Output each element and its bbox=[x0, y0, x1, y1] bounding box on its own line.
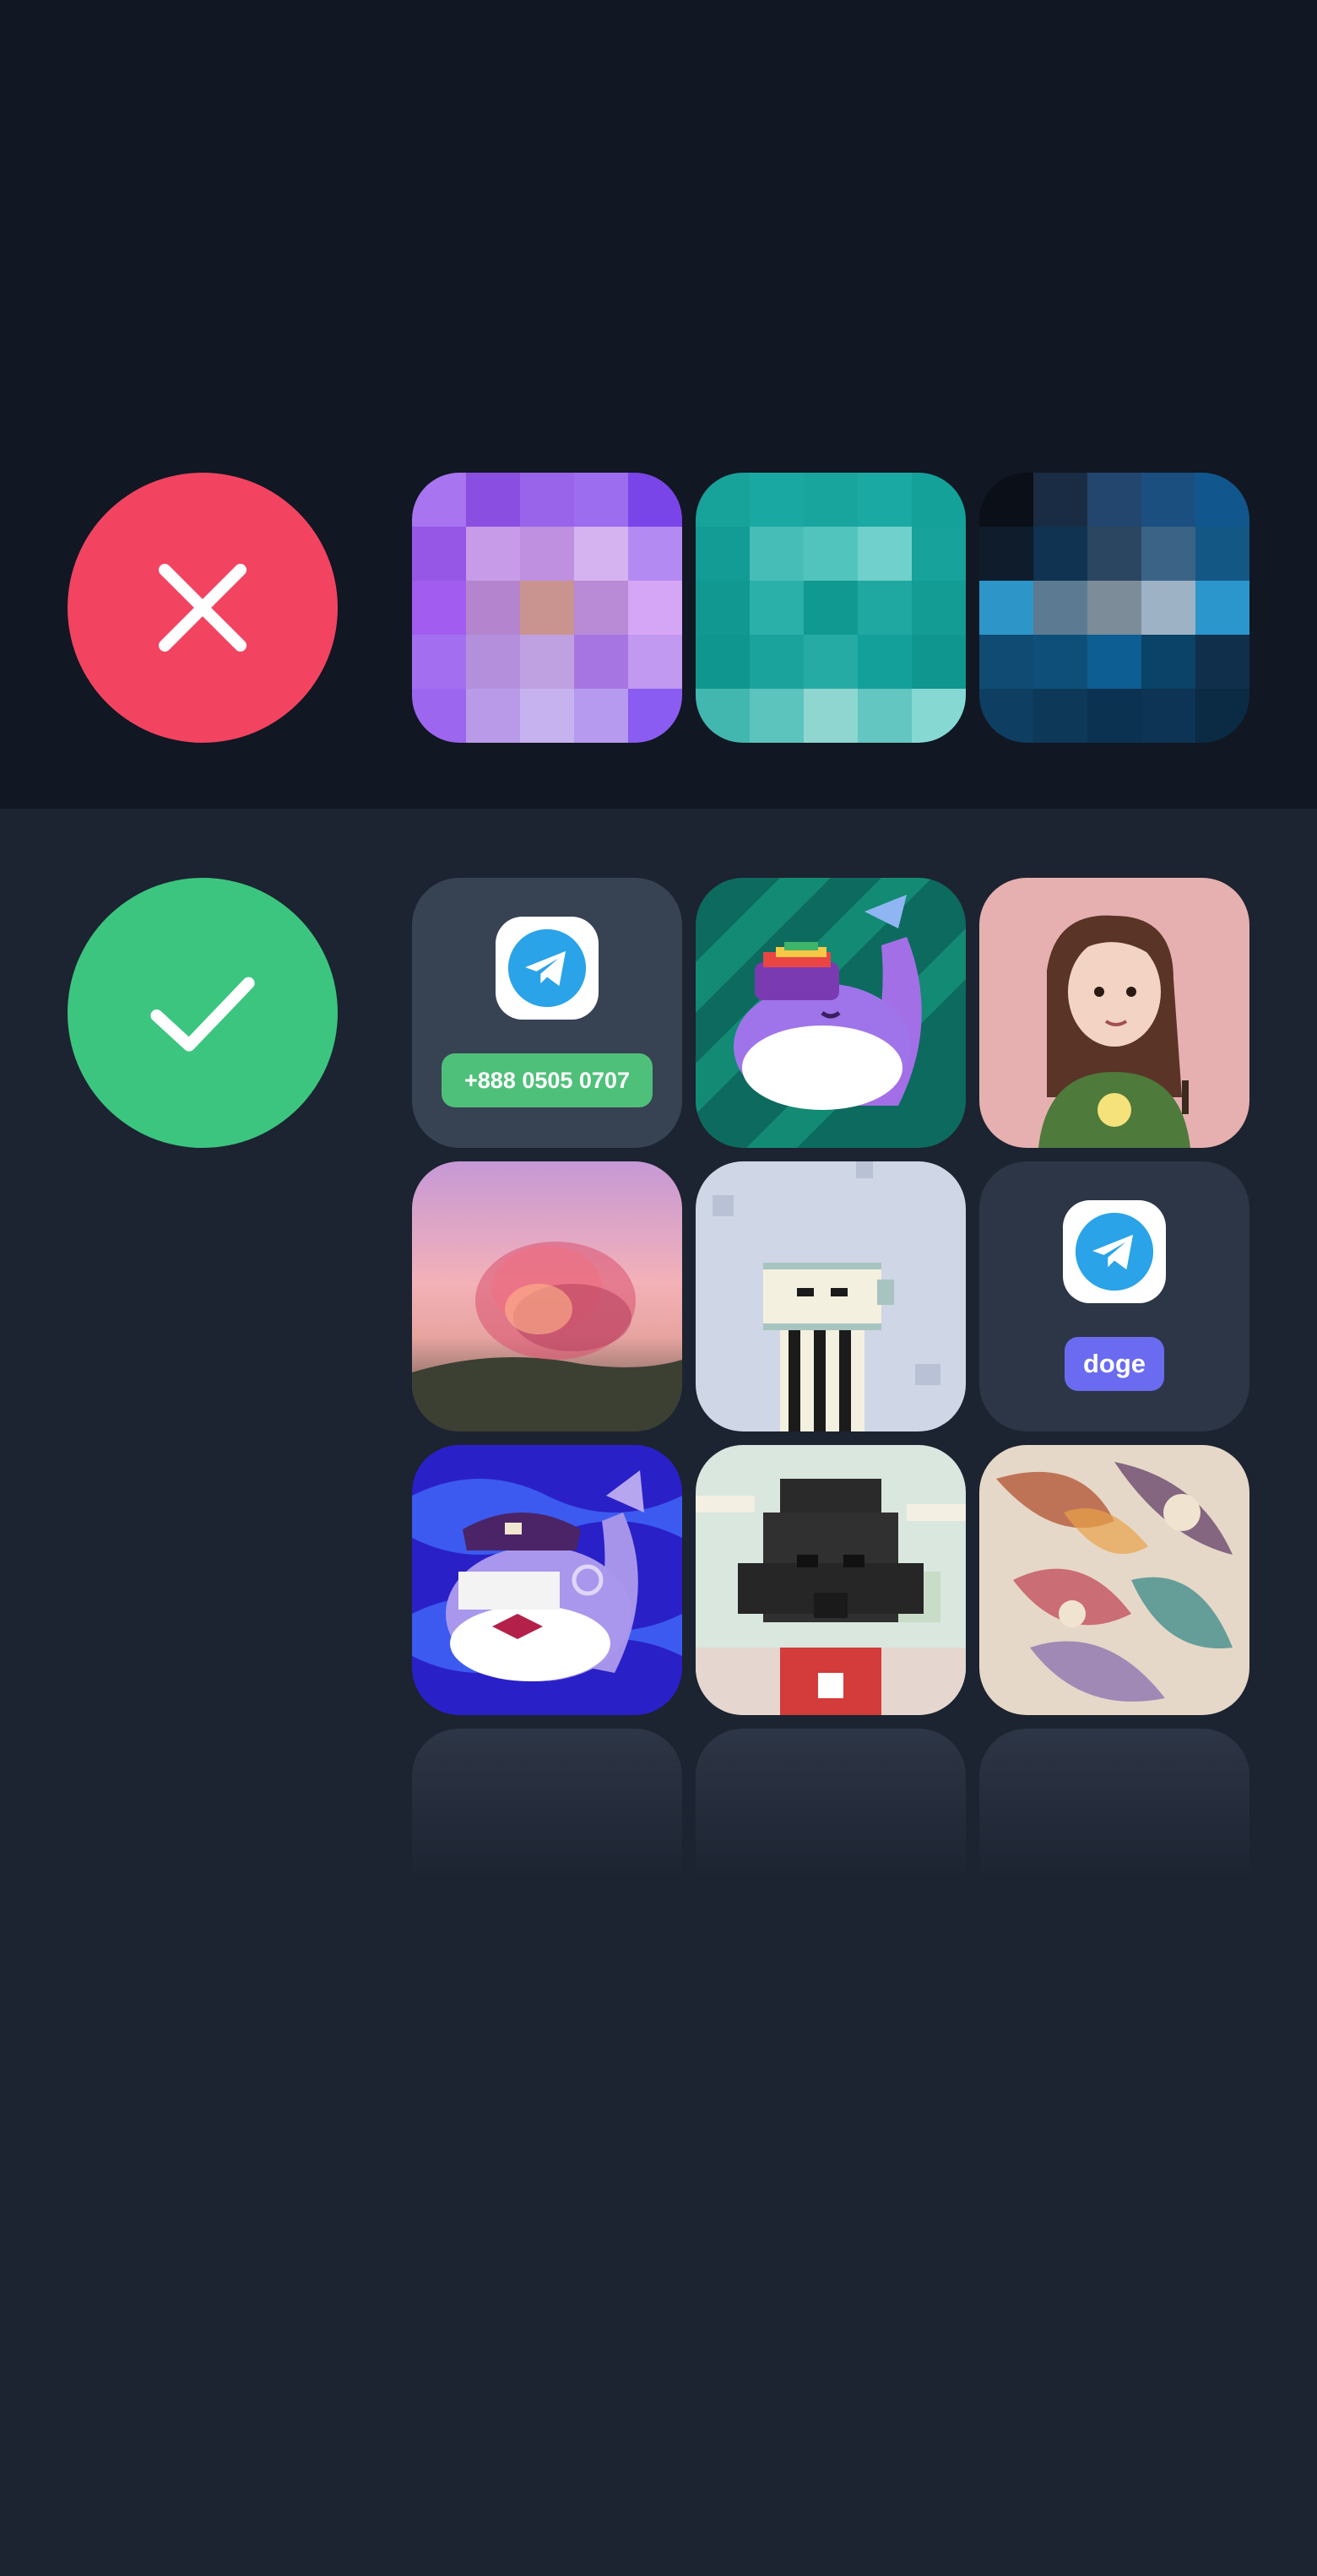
telegram-icon bbox=[1075, 1212, 1154, 1291]
username-label: doge bbox=[1064, 1337, 1165, 1391]
pixel-helmet-avatar[interactable] bbox=[696, 1445, 966, 1715]
girl-illustration-avatar[interactable] bbox=[979, 878, 1249, 1148]
telegram-icon bbox=[507, 928, 587, 1008]
abstract-painting-avatar[interactable] bbox=[979, 1445, 1249, 1715]
pixelated-avatar-purple bbox=[412, 473, 682, 743]
telegram-logo bbox=[1063, 1200, 1166, 1303]
whale-pirate-avatar[interactable] bbox=[412, 1445, 682, 1715]
telegram-username-tile[interactable]: doge bbox=[979, 1161, 1249, 1431]
placeholder-tile bbox=[696, 1729, 966, 1881]
accepted-status-badge bbox=[68, 878, 338, 1148]
placeholder-tile bbox=[979, 1729, 1249, 1881]
pixel-character-avatar[interactable] bbox=[696, 1161, 966, 1431]
placeholder-tile bbox=[412, 1729, 682, 1881]
pixelated-avatar-teal bbox=[696, 473, 966, 743]
cross-icon bbox=[159, 564, 247, 652]
phone-number-label: +888 0505 0707 bbox=[442, 1053, 653, 1107]
whale-rainbow-cap-avatar[interactable] bbox=[696, 878, 966, 1148]
telegram-number-tile[interactable]: +888 0505 0707 bbox=[412, 878, 682, 1148]
pixelated-avatar-blue bbox=[979, 473, 1249, 743]
translucent-rose-avatar[interactable] bbox=[412, 1161, 682, 1431]
check-icon bbox=[150, 977, 255, 1052]
rejected-status-badge bbox=[68, 473, 338, 743]
telegram-logo bbox=[496, 917, 599, 1020]
